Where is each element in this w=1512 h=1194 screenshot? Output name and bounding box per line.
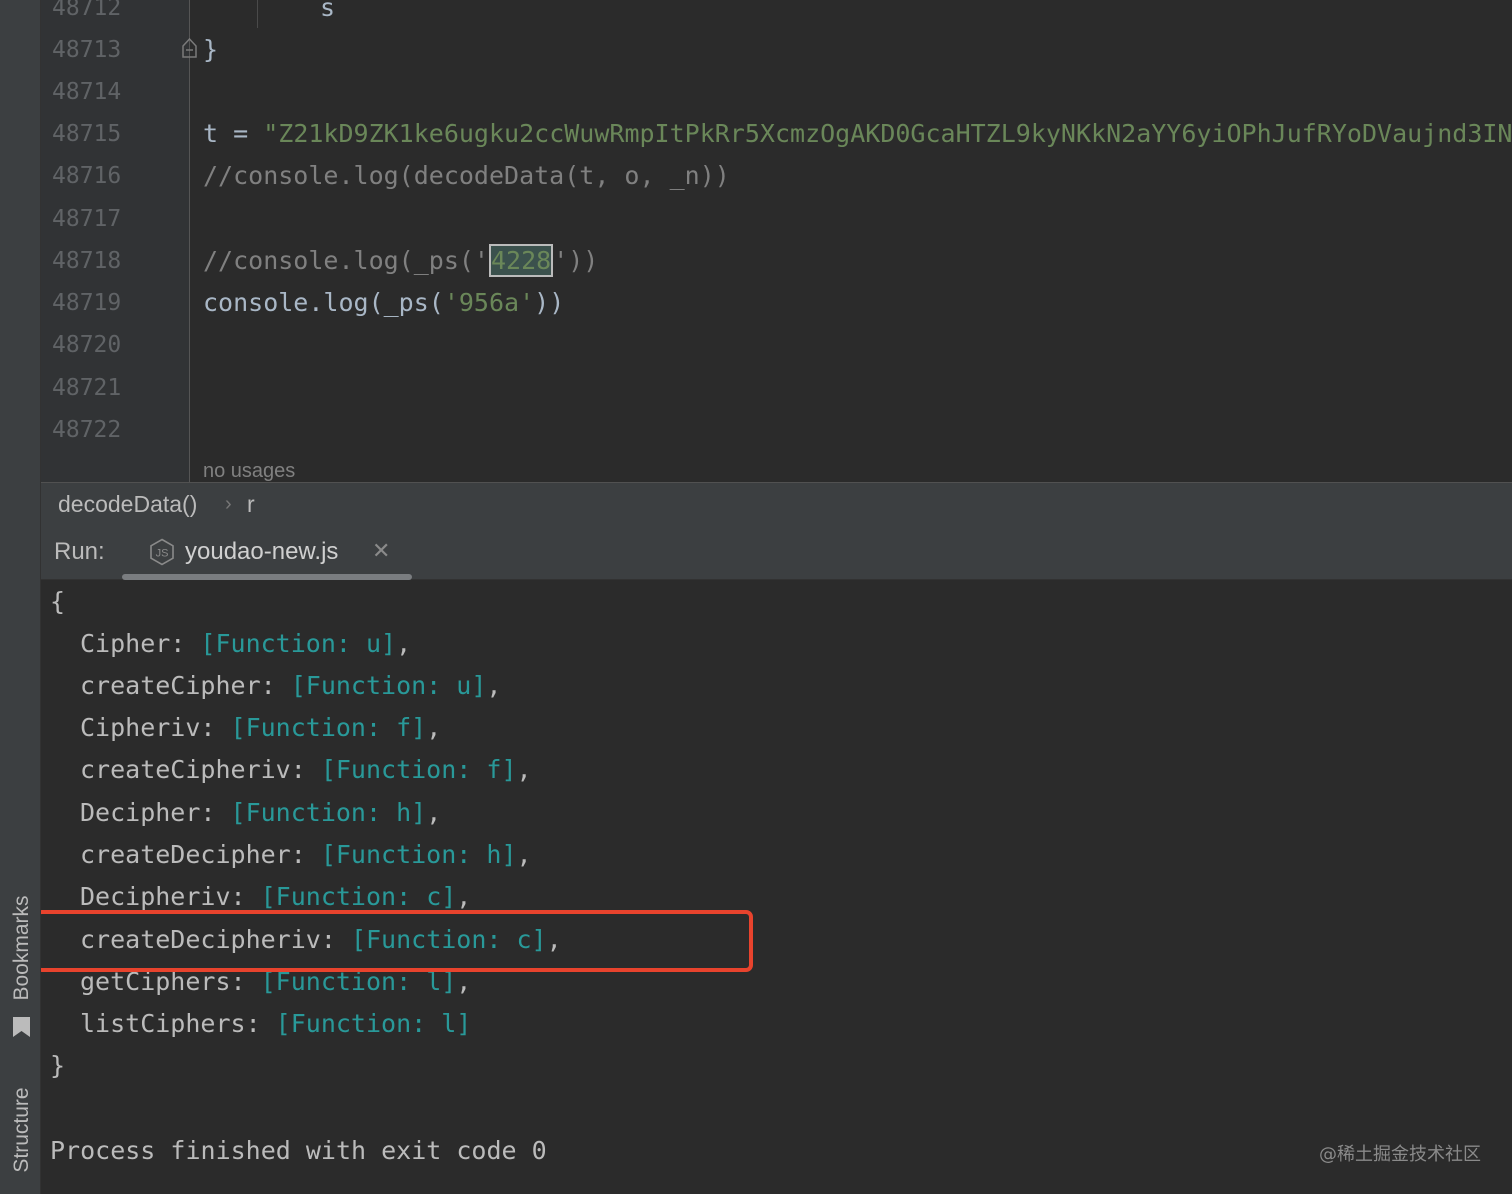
indent-guide (257, 0, 258, 28)
line-number: 48712 (52, 0, 122, 21)
watermark: @稀土掘金技术社区 (1319, 1144, 1481, 1165)
ide-window: Bookmarks Structure 48712 48713 48714 48… (0, 0, 1512, 1194)
entry-key: createDecipher: (80, 840, 321, 869)
code-token: console.log(_ps( (203, 288, 444, 317)
comment-line: //console.log(_ps('4228')) (203, 244, 599, 277)
entry-key: Cipher: (80, 629, 201, 658)
breadcrumb-separator: › (225, 493, 232, 515)
line-number: 48720 (52, 332, 122, 358)
breadcrumb-item-variable[interactable]: r (247, 491, 255, 518)
code-token: )) (534, 288, 565, 317)
close-icon[interactable]: ✕ (372, 538, 390, 564)
entry-suffix: , (426, 798, 442, 827)
entry-value: [Function: f] (230, 713, 427, 742)
line-number: 48718 (52, 248, 122, 274)
line-number-gutter: 48712 48713 48714 48715 48716 48717 4871… (41, 0, 190, 482)
string-literal: '956a' (443, 288, 535, 317)
console-entry: listCiphers: [Function: l] (80, 1010, 471, 1038)
code-line: s (320, 0, 336, 22)
entry-key: listCiphers: (80, 1009, 276, 1038)
entry-key: Cipheriv: (80, 713, 231, 742)
line-number: 48716 (52, 163, 122, 189)
entry-suffix: , (486, 671, 502, 700)
line-number: 48713 (52, 37, 122, 63)
breadcrumb-item-function[interactable]: decodeData() (58, 491, 197, 518)
exit-message: Process finished with exit code 0 (50, 1136, 547, 1165)
code-line: console.log(_ps('956a')) (203, 289, 564, 317)
line-number: 48714 (52, 79, 122, 105)
nodejs-file-icon: JS (150, 538, 174, 566)
entry-value: [Function: u] (290, 671, 487, 700)
console-entry: createCipheriv: [Function: f], (80, 756, 532, 784)
line-number: 48722 (52, 417, 122, 443)
breadcrumb: decodeData() › r (41, 482, 1512, 526)
console-entry: createDecipher: [Function: h], (80, 841, 532, 869)
string-literal: "Z21kD9ZK1ke6ugku2ccWuwRmpItPkRr5XcmzOgA… (263, 119, 1512, 148)
gutter-separator (189, 0, 190, 482)
console-output[interactable]: { Cipher: [Function: u], createCipher: [… (41, 580, 1512, 1194)
run-toolbar: Run: JS youdao-new.js ✕ (41, 526, 1512, 580)
entry-value: [Function: h] (230, 798, 427, 827)
code-line: t = "Z21kD9ZK1ke6ugku2ccWuwRmpItPkRr5Xcm… (203, 120, 1512, 148)
fold-marker-icon[interactable] (182, 38, 197, 58)
entry-value: [Function: f] (320, 755, 517, 784)
console-entry: getCiphers: [Function: l], (80, 968, 471, 996)
structure-tool-tab[interactable]: Structure (10, 1087, 34, 1172)
entry-suffix: , (456, 882, 472, 911)
code-token: ')) (553, 246, 599, 275)
line-number: 48717 (52, 206, 122, 232)
code-editor[interactable]: 48712 48713 48714 48715 48716 48717 4871… (41, 0, 1512, 482)
run-tab-youdao[interactable]: JS youdao-new.js ✕ (122, 526, 412, 580)
entry-suffix: , (516, 755, 532, 784)
entry-suffix: , (516, 840, 532, 869)
line-number: 48715 (52, 121, 122, 147)
console-entry: Decipheriv: [Function: c], (80, 883, 471, 911)
console-entry: Cipher: [Function: u], (80, 630, 411, 658)
line-number: 48719 (52, 290, 122, 316)
entry-value: [Function: u] (200, 629, 397, 658)
entry-key: Decipher: (80, 798, 231, 827)
console-entry: Cipheriv: [Function: f], (80, 714, 441, 742)
annotation-highlight-box (41, 910, 753, 972)
console-entry: Decipher: [Function: h], (80, 799, 441, 827)
no-usages-hint: no usages (203, 460, 296, 482)
entry-key: createCipher: (80, 671, 291, 700)
code-token: //console.log(_ps(' (203, 246, 489, 275)
entry-key: Decipheriv: (80, 882, 261, 911)
run-tab-title: youdao-new.js (185, 538, 339, 565)
bookmarks-tool-tab[interactable]: Bookmarks (10, 895, 34, 1000)
search-highlight: 4228 (488, 244, 554, 277)
code-line: } (203, 35, 219, 64)
entry-value: [Function: c] (260, 882, 457, 911)
entry-key: createCipheriv: (80, 755, 321, 784)
left-tool-strip: Bookmarks Structure (0, 0, 41, 1194)
run-label: Run: (54, 538, 105, 565)
line-number: 48721 (52, 375, 122, 401)
bookmark-icon[interactable] (12, 1016, 31, 1038)
console-entry: createCipher: [Function: u], (80, 672, 501, 700)
entry-suffix: , (426, 713, 442, 742)
svg-text:JS: JS (156, 548, 169, 560)
code-token: t = (203, 119, 264, 148)
console-line: } (50, 1051, 66, 1080)
console-line: { (50, 587, 66, 616)
comment-line: //console.log(decodeData(t, o, _n)) (203, 161, 730, 190)
entry-suffix: , (396, 629, 412, 658)
entry-value: [Function: h] (320, 840, 517, 869)
entry-value: [Function: l] (275, 1009, 472, 1038)
